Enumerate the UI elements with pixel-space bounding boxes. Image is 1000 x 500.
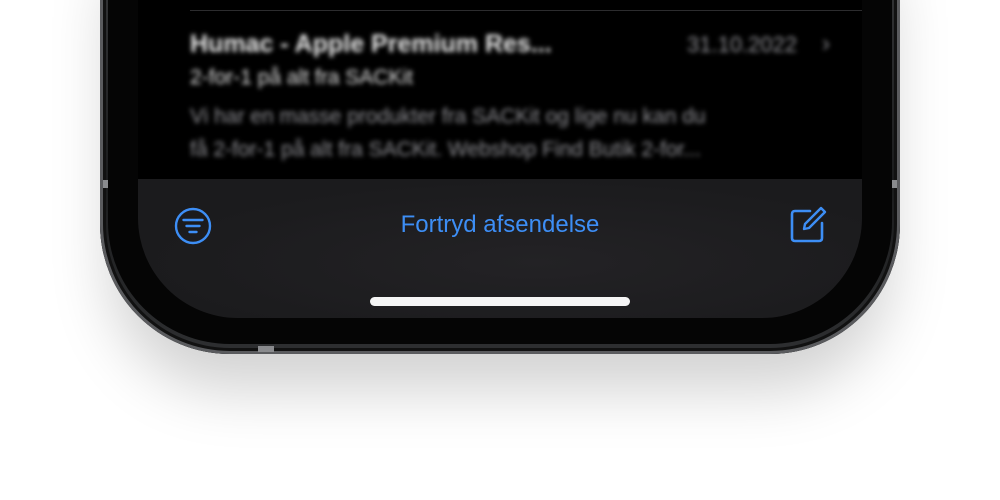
mail-list: Humac - Apple Premium Res... 31.10.2022 …	[138, 0, 862, 161]
mail-preview-line: få 2-for-1 på alt fra SACKit. Webshop Fi…	[190, 138, 701, 161]
mail-preview: Vi har en masse produkter fra SACKit og …	[190, 100, 840, 166]
antenna-band-bottom	[258, 346, 274, 352]
filter-circle-icon	[174, 207, 212, 245]
mail-date: 31.10.2022	[687, 32, 798, 57]
mail-preview-line: Vi har en masse produkter fra SACKit og …	[190, 105, 706, 128]
compose-button[interactable]	[788, 205, 828, 245]
undo-send-button[interactable]: Fortryd afsendelse	[350, 211, 650, 239]
home-indicator[interactable]	[370, 297, 630, 306]
chevron-right-icon: ›	[822, 30, 830, 57]
list-divider	[190, 10, 862, 11]
compose-icon	[790, 206, 827, 243]
filter-button[interactable]	[174, 207, 212, 245]
bottom-toolbar: Fortryd afsendelse	[138, 179, 862, 318]
device-stage: Humac - Apple Premium Res... 31.10.2022 …	[0, 0, 1000, 500]
mail-subject: 2-for-1 på alt fra SACKit	[190, 66, 413, 89]
mail-sender: Humac - Apple Premium Res...	[190, 30, 552, 58]
phone-screen: Humac - Apple Premium Res... 31.10.2022 …	[138, 0, 862, 318]
